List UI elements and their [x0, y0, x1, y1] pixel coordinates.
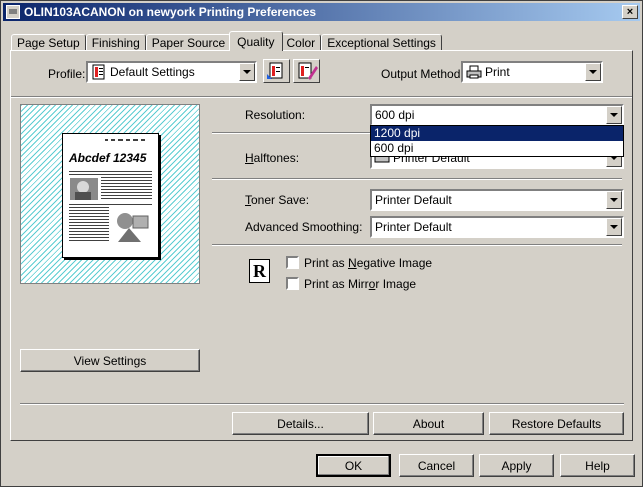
- save-profile-button[interactable]: [263, 59, 290, 83]
- resolution-select[interactable]: 600 dpi: [370, 104, 624, 126]
- resolution-label: Resolution:: [245, 108, 306, 122]
- tab-strip: Page Setup Finishing Paper Source Qualit…: [11, 31, 442, 51]
- printing-preferences-window: OLIN103ACANON on newyork Printing Prefer…: [0, 0, 643, 487]
- toner-save-label: Toner Save:: [245, 193, 310, 207]
- output-method-label: Output Method:: [381, 67, 464, 81]
- title-bar[interactable]: OLIN103ACANON on newyork Printing Prefer…: [3, 3, 640, 21]
- tab-exceptional-settings[interactable]: Exceptional Settings: [321, 34, 442, 51]
- profile-label: Profile:: [48, 67, 86, 81]
- tab-quality[interactable]: Quality: [229, 31, 283, 51]
- view-settings-label: View Settings: [73, 353, 147, 368]
- resolution-option-1200[interactable]: 1200 dpi: [371, 126, 623, 141]
- chevron-down-icon[interactable]: [606, 191, 622, 209]
- view-settings-button[interactable]: View Settings: [20, 349, 200, 372]
- help-button[interactable]: Help: [560, 454, 635, 477]
- save-profile-icon: [267, 62, 283, 79]
- profile-value: Default Settings: [110, 65, 195, 79]
- advanced-smoothing-select[interactable]: Printer Default: [370, 216, 624, 238]
- ok-label: OK: [344, 458, 363, 473]
- resolution-option-600[interactable]: 600 dpi: [371, 141, 623, 156]
- mirror-image-checkbox[interactable]: [286, 277, 299, 290]
- details-button[interactable]: Details...: [232, 412, 369, 435]
- printer-icon: [6, 5, 20, 19]
- halftones-label: Halftones:: [245, 151, 300, 165]
- tab-finishing[interactable]: Finishing: [85, 34, 146, 51]
- apply-label: Apply: [501, 458, 532, 473]
- cancel-label: Cancel: [417, 458, 456, 473]
- toner-save-select[interactable]: Printer Default: [370, 189, 624, 211]
- advanced-smoothing-label: Advanced Smoothing:: [245, 220, 363, 234]
- divider: [11, 96, 632, 98]
- preview-page: Abcdef 12345: [62, 133, 159, 258]
- restore-defaults-button[interactable]: Restore Defaults: [489, 412, 624, 435]
- chevron-down-icon[interactable]: [606, 106, 622, 124]
- negative-image-checkbox[interactable]: [286, 256, 299, 269]
- profile-select[interactable]: Default Settings: [86, 61, 257, 83]
- about-button[interactable]: About: [373, 412, 484, 435]
- chevron-down-icon[interactable]: [585, 63, 601, 81]
- output-method-select[interactable]: Print: [461, 61, 603, 83]
- mirror-image-label: Print as Mirror Image: [304, 277, 417, 291]
- apply-button[interactable]: Apply: [479, 454, 554, 477]
- ok-button[interactable]: OK: [316, 454, 391, 477]
- window-title: OLIN103ACANON on newyork Printing Prefer…: [24, 5, 317, 19]
- cancel-button[interactable]: Cancel: [399, 454, 474, 477]
- divider: [212, 244, 622, 246]
- profile-document-icon: [92, 64, 105, 80]
- quality-preview: Abcdef 12345: [20, 104, 200, 284]
- close-button[interactable]: ×: [622, 5, 638, 19]
- printer-icon: [466, 65, 482, 79]
- chevron-down-icon[interactable]: [606, 218, 622, 236]
- toner-save-value: Printer Default: [375, 193, 452, 207]
- details-label: Details...: [277, 416, 324, 431]
- tab-paper-source[interactable]: Paper Source: [145, 34, 232, 51]
- restore-defaults-label: Restore Defaults: [511, 416, 602, 431]
- preview-sample-heading: Abcdef 12345: [69, 151, 147, 165]
- tab-page-setup[interactable]: Page Setup: [11, 34, 86, 51]
- output-method-value: Print: [485, 65, 510, 79]
- edit-profile-button[interactable]: [293, 59, 320, 83]
- r-orientation-sample: R: [249, 259, 270, 283]
- resolution-dropdown-list: 1200 dpi 600 dpi: [370, 125, 624, 157]
- divider: [212, 178, 622, 180]
- about-label: About: [412, 416, 445, 431]
- help-label: Help: [585, 458, 610, 473]
- edit-profile-icon: [298, 62, 318, 80]
- advanced-smoothing-value: Printer Default: [375, 220, 452, 234]
- divider: [20, 403, 624, 405]
- negative-image-label: Print as Negative Image: [304, 256, 433, 270]
- chevron-down-icon[interactable]: [239, 63, 255, 81]
- resolution-value: 600 dpi: [375, 108, 415, 122]
- tab-color[interactable]: Color: [280, 34, 322, 51]
